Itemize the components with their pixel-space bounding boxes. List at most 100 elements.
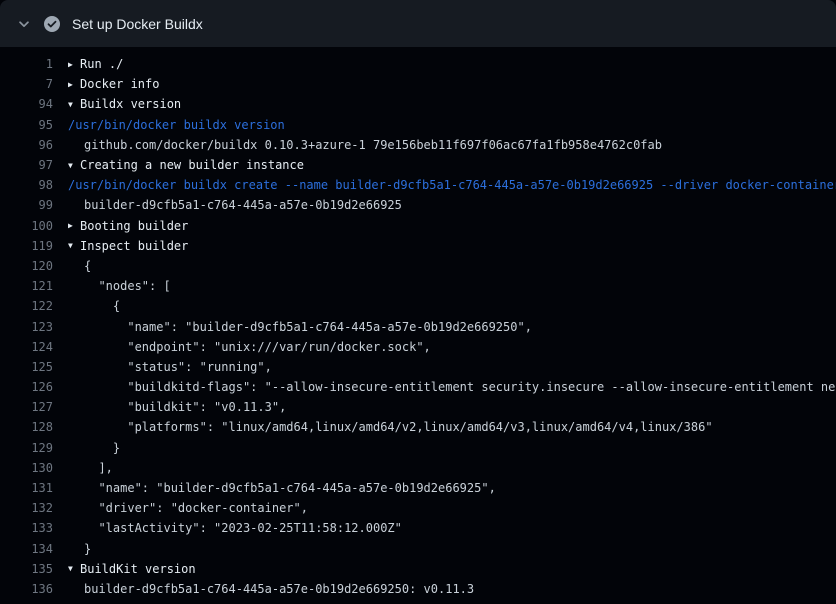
line-number[interactable]: 124: [0, 340, 53, 354]
line-content: "nodes": [: [68, 279, 171, 293]
line-text: "lastActivity": "2023-02-25T11:58:12.000…: [84, 521, 402, 535]
line-text: "platforms": "linux/amd64,linux/amd64/v2…: [84, 420, 713, 434]
line-text: "buildkit": "v0.11.3",: [84, 400, 286, 414]
line-content: ▼Buildx version: [68, 97, 181, 111]
group-collapsed-icon[interactable]: ▶: [68, 80, 80, 89]
log-group-line[interactable]: 97 ▼Creating a new builder instance: [0, 155, 836, 175]
group-expanded-icon[interactable]: ▼: [68, 100, 80, 109]
log-group-line[interactable]: 94 ▼Buildx version: [0, 94, 836, 114]
log-area: 1▶Run ./7▶Docker info94▼Buildx version95…: [0, 47, 836, 599]
line-number[interactable]: 1: [0, 57, 53, 71]
line-text: Booting builder: [80, 219, 188, 233]
log-group-line[interactable]: 1 ▶Run ./: [0, 54, 836, 74]
line-text: "driver": "docker-container",: [84, 501, 308, 515]
line-number[interactable]: 132: [0, 501, 53, 515]
log-line: 131 "name": "builder-d9cfb5a1-c764-445a-…: [0, 478, 836, 498]
line-text: BuildKit version: [80, 562, 196, 576]
line-number[interactable]: 128: [0, 420, 53, 434]
line-text: builder-d9cfb5a1-c764-445a-a57e-0b19d2e6…: [84, 198, 402, 212]
line-content: }: [68, 441, 120, 455]
line-content: builder-d9cfb5a1-c764-445a-a57e-0b19d2e6…: [68, 198, 402, 212]
line-content: /usr/bin/docker buildx create --name bui…: [68, 178, 836, 192]
line-content: }: [68, 542, 91, 556]
line-text: Creating a new builder instance: [80, 158, 304, 172]
log-line: 127 "buildkit": "v0.11.3",: [0, 397, 836, 417]
line-number[interactable]: 131: [0, 481, 53, 495]
line-text: Docker info: [80, 77, 159, 91]
line-text: {: [84, 299, 120, 313]
line-number[interactable]: 127: [0, 400, 53, 414]
log-group-line[interactable]: 7 ▶Docker info: [0, 74, 836, 94]
line-text: ],: [84, 461, 113, 475]
line-number[interactable]: 99: [0, 198, 53, 212]
line-number[interactable]: 95: [0, 118, 53, 132]
line-text: "nodes": [: [84, 279, 171, 293]
line-number[interactable]: 126: [0, 380, 53, 394]
line-text: "buildkitd-flags": "--allow-insecure-ent…: [84, 380, 836, 394]
log-line: 129 }: [0, 438, 836, 458]
line-number[interactable]: 96: [0, 138, 53, 152]
line-text: github.com/docker/buildx 0.10.3+azure-1 …: [84, 138, 662, 152]
line-content: "buildkit": "v0.11.3",: [68, 400, 286, 414]
line-number[interactable]: 130: [0, 461, 53, 475]
line-number[interactable]: 97: [0, 158, 53, 172]
line-text: }: [84, 542, 91, 556]
line-number[interactable]: 121: [0, 279, 53, 293]
log-line: 134}: [0, 539, 836, 559]
line-text: }: [84, 441, 120, 455]
chevron-down-icon[interactable]: [16, 16, 32, 32]
line-number[interactable]: 135: [0, 562, 53, 576]
log-line: 96 github.com/docker/buildx 0.10.3+azure-…: [0, 135, 836, 155]
line-content: builder-d9cfb5a1-c764-445a-a57e-0b19d2e6…: [68, 582, 474, 596]
log-line: 99 builder-d9cfb5a1-c764-445a-a57e-0b19d2…: [0, 195, 836, 215]
line-content: "platforms": "linux/amd64,linux/amd64/v2…: [68, 420, 713, 434]
step-header[interactable]: Set up Docker Buildx: [0, 0, 836, 47]
line-content: {: [68, 259, 91, 273]
log-line: 128 "platforms": "linux/amd64,linux/amd6…: [0, 417, 836, 437]
step-title: Set up Docker Buildx: [72, 16, 203, 32]
line-content: "endpoint": "unix:///var/run/docker.sock…: [68, 340, 431, 354]
line-number[interactable]: 100: [0, 219, 53, 233]
line-content: ],: [68, 461, 113, 475]
log-group-line[interactable]: 100 ▶Booting builder: [0, 216, 836, 236]
check-circle-icon: [44, 16, 60, 32]
line-number[interactable]: 134: [0, 542, 53, 556]
line-content: ▶Run ./: [68, 57, 123, 71]
log-line: 123 "name": "builder-d9cfb5a1-c764-445a-…: [0, 316, 836, 336]
line-text: Inspect builder: [80, 239, 188, 253]
log-line: 121 "nodes": [: [0, 276, 836, 296]
group-expanded-icon[interactable]: ▼: [68, 564, 80, 573]
line-number[interactable]: 98: [0, 178, 53, 192]
line-number[interactable]: 123: [0, 320, 53, 334]
line-number[interactable]: 122: [0, 299, 53, 313]
group-collapsed-icon[interactable]: ▶: [68, 60, 80, 69]
group-collapsed-icon[interactable]: ▶: [68, 221, 80, 230]
line-content: ▼BuildKit version: [68, 562, 196, 576]
group-expanded-icon[interactable]: ▼: [68, 161, 80, 170]
line-content: {: [68, 299, 120, 313]
line-content: "name": "builder-d9cfb5a1-c764-445a-a57e…: [68, 320, 532, 334]
line-content: ▶Docker info: [68, 77, 159, 91]
line-text: Buildx version: [80, 97, 181, 111]
log-line: 126 "buildkitd-flags": "--allow-insecure…: [0, 377, 836, 397]
line-number[interactable]: 125: [0, 360, 53, 374]
log-line: 132 "driver": "docker-container",: [0, 498, 836, 518]
log-line: 122 {: [0, 296, 836, 316]
line-number[interactable]: 120: [0, 259, 53, 273]
line-number[interactable]: 7: [0, 77, 53, 91]
line-text: "name": "builder-d9cfb5a1-c764-445a-a57e…: [84, 481, 496, 495]
line-number[interactable]: 136: [0, 582, 53, 596]
line-text: /usr/bin/docker buildx version: [68, 118, 285, 132]
line-number[interactable]: 94: [0, 97, 53, 111]
line-text: {: [84, 259, 91, 273]
line-number[interactable]: 133: [0, 521, 53, 535]
line-number[interactable]: 129: [0, 441, 53, 455]
line-number[interactable]: 119: [0, 239, 53, 253]
log-line: 98/usr/bin/docker buildx create --name b…: [0, 175, 836, 195]
group-expanded-icon[interactable]: ▼: [68, 241, 80, 250]
log-group-line[interactable]: 135 ▼BuildKit version: [0, 559, 836, 579]
line-text: builder-d9cfb5a1-c764-445a-a57e-0b19d2e6…: [84, 582, 474, 596]
line-content: "lastActivity": "2023-02-25T11:58:12.000…: [68, 521, 402, 535]
log-group-line[interactable]: 119 ▼Inspect builder: [0, 236, 836, 256]
log-line: 120 {: [0, 256, 836, 276]
